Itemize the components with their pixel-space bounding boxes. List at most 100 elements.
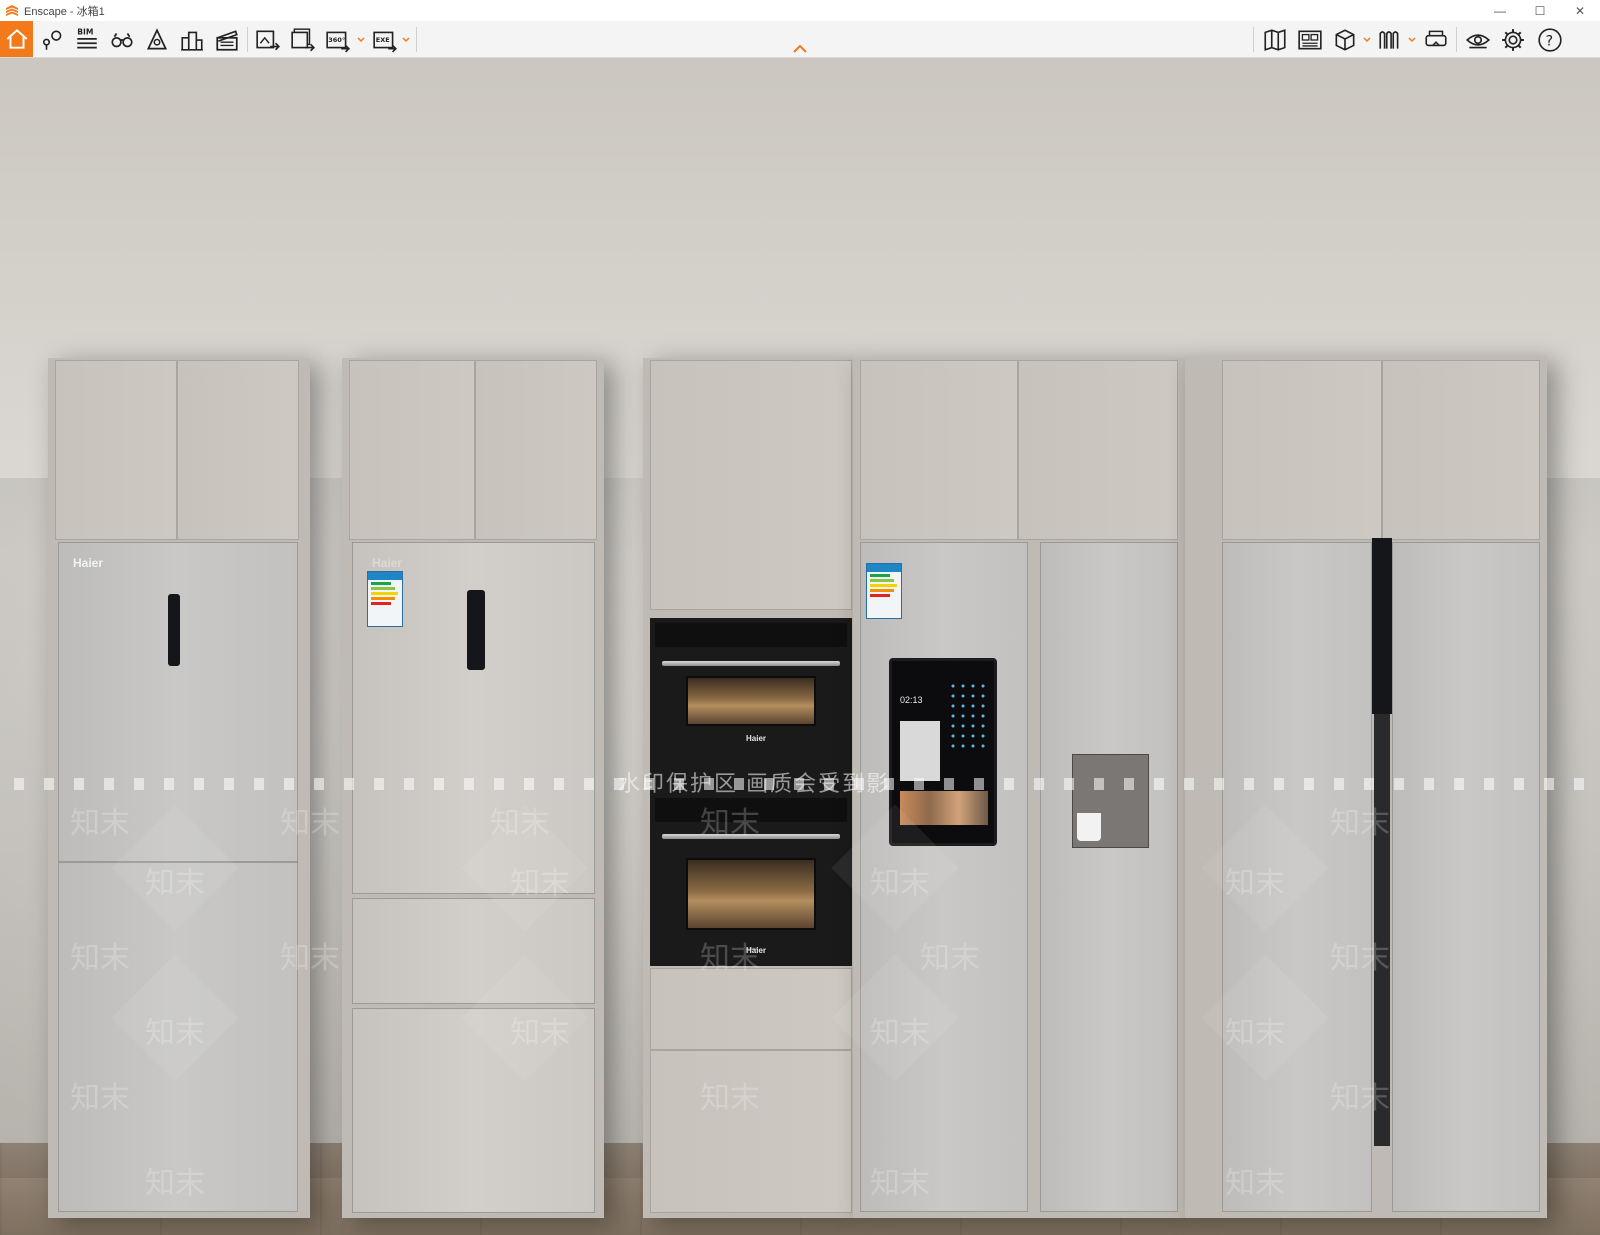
- panorama-label: 360°: [328, 36, 345, 44]
- fridge-drawer-upper: [352, 898, 595, 1004]
- material-editor-button[interactable]: [1373, 23, 1406, 56]
- map-icon: [1263, 28, 1286, 51]
- asset-library-button[interactable]: [1293, 23, 1326, 56]
- water-dispenser: [1072, 754, 1149, 848]
- export-dropdown-chevron-icon[interactable]: [401, 35, 411, 45]
- video-editor-button[interactable]: [210, 23, 243, 56]
- buildings-icon: [180, 31, 203, 51]
- lower-cabinet-drawer: [650, 1050, 852, 1213]
- material-dropdown-chevron-icon[interactable]: [1407, 35, 1417, 45]
- bim-icon: BIM: [76, 27, 97, 48]
- bim-label: BIM: [77, 27, 93, 36]
- toolbar-separator: [416, 27, 417, 52]
- fridge-right-door: [1040, 542, 1178, 1212]
- fridge-left-door: [860, 542, 1028, 1212]
- upper-cabinet-door-right: [1382, 360, 1540, 540]
- render-viewport[interactable]: Haier Haier Haier Haier 02:13 水印保护区 画质会受…: [0, 58, 1600, 1235]
- export-image-button[interactable]: [251, 23, 284, 56]
- title-bar: Enscape - 冰箱1 — ☐ ✕: [0, 0, 1600, 21]
- fridge-upper-door: [58, 542, 298, 862]
- exe-label: EXE: [375, 36, 389, 44]
- site-context-button[interactable]: [175, 23, 208, 56]
- upper-cabinet-door-left: [349, 360, 475, 540]
- fridge-left-door: [1222, 542, 1372, 1212]
- help-label: ?: [1545, 33, 1552, 49]
- maximize-button[interactable]: ☐: [1520, 0, 1560, 21]
- oven-window: [686, 676, 816, 726]
- screen-photo-widget: [900, 791, 988, 825]
- oven-control-panel: [655, 623, 847, 647]
- collapse-toolbar-chevron-icon[interactable]: [792, 44, 808, 54]
- close-button[interactable]: ✕: [1560, 0, 1600, 21]
- help-icon: ?: [1537, 27, 1562, 52]
- screen-app-grid: [948, 681, 986, 751]
- oven-window: [686, 858, 816, 930]
- fridge-right-door: [1392, 542, 1540, 1212]
- batch-export-icon: [290, 27, 315, 51]
- visual-settings-button[interactable]: [1461, 23, 1494, 56]
- asset-library-icon: [1297, 30, 1322, 49]
- smart-touch-screen: 02:13: [889, 658, 997, 846]
- brand-logo: Haier: [73, 556, 104, 570]
- fridge-drawer-lower: [352, 1008, 595, 1213]
- views-button[interactable]: [36, 23, 69, 56]
- help-button[interactable]: ?: [1533, 23, 1566, 56]
- location-pin-icon: [42, 30, 61, 50]
- enscape-toolbar: BIM 360° EXE ?: [0, 21, 1600, 58]
- visual-settings-icon: [1465, 33, 1490, 48]
- settings-icon: [1501, 28, 1524, 51]
- upper-cabinet-door: [650, 360, 852, 610]
- export-exe-icon: EXE: [372, 31, 397, 52]
- vr-headset-icon: [1424, 30, 1447, 46]
- window-controls: — ☐ ✕: [1480, 0, 1600, 21]
- eye-level-icon: [146, 27, 167, 50]
- oven-control-panel: [655, 798, 847, 822]
- objects-dropdown-chevron-icon[interactable]: [1362, 35, 1372, 45]
- toolbar-separator: [247, 27, 248, 52]
- vr-headset-button[interactable]: [1419, 23, 1452, 56]
- toolbar-separator: [1456, 27, 1457, 52]
- energy-label: [866, 563, 902, 619]
- fridge-control-display: [467, 590, 485, 670]
- map-button[interactable]: [1258, 23, 1291, 56]
- panorama-360-icon: 360°: [325, 31, 350, 52]
- coffee-cup: [1077, 813, 1101, 841]
- oven-handle: [662, 834, 840, 839]
- minimize-button[interactable]: —: [1480, 0, 1520, 21]
- oven-brand-logo: Haier: [746, 946, 767, 955]
- screen-calendar-widget: [900, 721, 940, 781]
- oven-handle: [662, 661, 840, 666]
- material-editor-icon: [1378, 30, 1398, 49]
- export-exe-button[interactable]: EXE: [368, 23, 401, 56]
- bim-button[interactable]: BIM: [70, 23, 103, 56]
- cube-view-icon: [1335, 28, 1354, 51]
- screen-clock: 02:13: [900, 695, 923, 705]
- upper-cabinet-door-right: [177, 360, 299, 540]
- upper-cabinet-door-left: [860, 360, 1018, 540]
- walk-mode-button[interactable]: [140, 23, 173, 56]
- export-image-icon: [255, 30, 280, 50]
- objects-button[interactable]: [1328, 23, 1361, 56]
- home-button[interactable]: [0, 21, 33, 57]
- panorama-dropdown-chevron-icon[interactable]: [356, 35, 366, 45]
- binoculars-icon: [110, 32, 133, 47]
- enscape-window: Enscape - 冰箱1 — ☐ ✕ BIM 360° EXE ? Haier…: [0, 0, 1600, 1235]
- energy-label: [367, 571, 403, 627]
- fridge-control-display: [1372, 538, 1392, 714]
- lower-cabinet-drawer: [650, 968, 852, 1050]
- general-settings-button[interactable]: [1496, 23, 1529, 56]
- window-title: Enscape - 冰箱1: [24, 5, 105, 18]
- clapperboard-icon: [215, 29, 238, 51]
- batch-export-button[interactable]: [286, 23, 319, 56]
- fridge-lower-door: [58, 862, 298, 1212]
- enscape-logo-icon: [6, 4, 18, 16]
- fridge-control-display: [168, 594, 180, 666]
- panorama-button[interactable]: 360°: [321, 23, 354, 56]
- fly-mode-button[interactable]: [105, 23, 138, 56]
- brand-logo: Haier: [372, 556, 403, 570]
- oven-brand-logo: Haier: [746, 734, 767, 743]
- home-icon: [6, 29, 27, 49]
- toolbar-separator: [1253, 27, 1254, 52]
- upper-cabinet-door-left: [55, 360, 177, 540]
- upper-cabinet-door-right: [475, 360, 597, 540]
